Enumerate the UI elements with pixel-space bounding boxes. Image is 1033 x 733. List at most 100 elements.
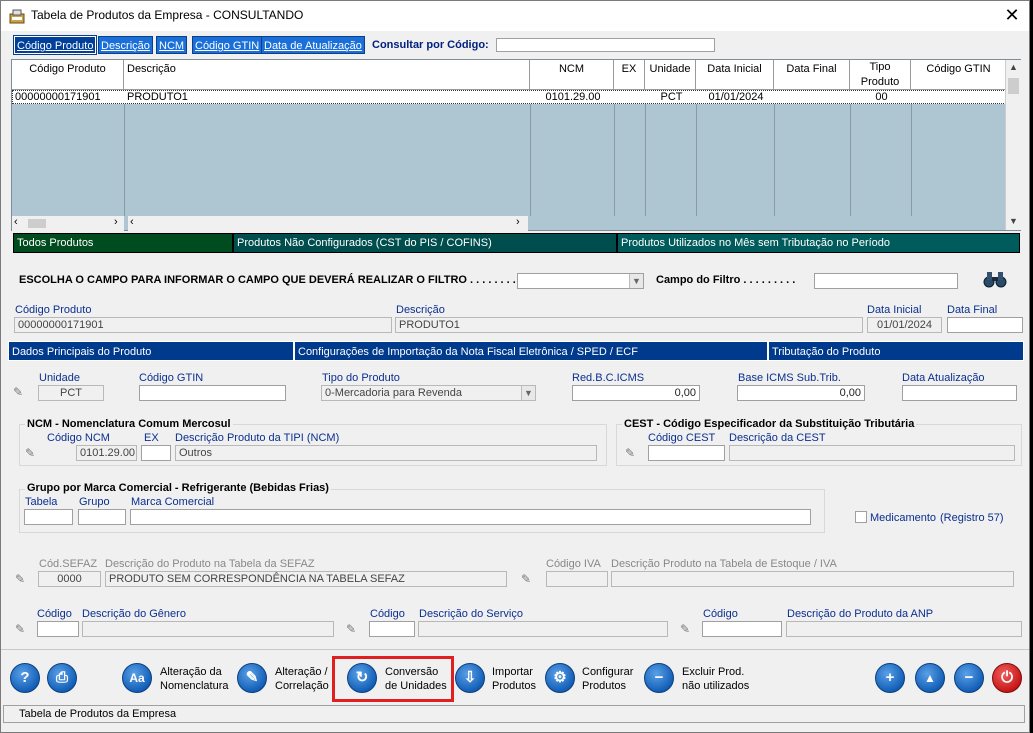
importar-produtos-button[interactable]: ⇩	[455, 663, 485, 693]
col-data-inicial[interactable]: Data Inicial	[696, 60, 774, 90]
scroll-up-icon[interactable]: ▲	[1009, 62, 1018, 72]
grid-hscroll-left[interactable]: ‹ ›	[12, 216, 124, 231]
alteracao-nomenclatura-button[interactable]: Aa	[122, 663, 152, 693]
grid-hscroll-right[interactable]: ‹ ›	[128, 216, 528, 231]
col-codigo-gtin[interactable]: Código GTIN	[911, 60, 1006, 90]
genero-codigo-field[interactable]	[37, 621, 79, 637]
data-atualizacao-field[interactable]	[902, 385, 1017, 401]
lookup-icon[interactable]: ✎	[680, 622, 698, 636]
tab-tributacao[interactable]: Tributação do Produto	[768, 341, 1024, 361]
desc-iva-field[interactable]	[611, 571, 1014, 587]
codigo-iva-field[interactable]	[546, 571, 608, 587]
codigo-cest-field[interactable]	[648, 445, 725, 461]
tab-ncm[interactable]: NCM	[156, 36, 188, 54]
ex-field[interactable]	[141, 445, 171, 461]
tabela-field[interactable]	[24, 509, 73, 525]
configurar-label-2[interactable]: Produtos	[582, 680, 626, 693]
tab-descricao[interactable]: Descrição	[98, 36, 153, 54]
tab-codigo-gtin[interactable]: Código GTIN	[192, 36, 263, 54]
anp-desc-field[interactable]	[786, 621, 1022, 637]
tab-configuracoes-importacao[interactable]: Configurações de Importação da Nota Fisc…	[294, 341, 768, 361]
unidade-field[interactable]: PCT	[38, 385, 104, 401]
lookup-icon[interactable]: ✎	[346, 622, 364, 636]
col-codigo[interactable]: Código Produto	[12, 60, 124, 90]
products-grid[interactable]: Código Produto Descrição NCM EX Unidade …	[11, 59, 1021, 231]
col-unidade[interactable]: Unidade	[645, 60, 696, 90]
scroll-down-icon[interactable]: ▼	[1009, 216, 1018, 226]
filter-sem-tributacao[interactable]: Produtos Utilizados no Mês sem Tributaçã…	[617, 233, 1020, 253]
medicamento-checkbox[interactable]	[855, 511, 867, 523]
base-icms-field[interactable]: 0,00	[737, 385, 865, 401]
importar-label-1[interactable]: Importar	[492, 666, 533, 679]
scroll-thumb[interactable]	[1008, 78, 1019, 94]
alteracao-correlacao-label-1[interactable]: Alteração /	[275, 666, 328, 679]
remove-button[interactable]: −	[954, 663, 984, 693]
data-inicial-field[interactable]: 01/01/2024	[867, 317, 942, 333]
alteracao-nomenclatura-label-2[interactable]: Nomenclatura	[160, 680, 228, 693]
conversao-label-2[interactable]: de Unidades	[385, 680, 447, 693]
help-button[interactable]: ?	[10, 663, 40, 693]
anp-codigo-field[interactable]	[702, 621, 782, 637]
scroll-right-icon[interactable]: ›	[114, 216, 118, 228]
col-ex[interactable]: EX	[614, 60, 645, 90]
grid-vertical-scrollbar[interactable]: ▲ ▼	[1005, 60, 1021, 230]
configurar-produtos-button[interactable]: ⚙	[545, 663, 575, 693]
scroll-left-icon[interactable]: ‹	[130, 216, 134, 228]
search-input[interactable]	[496, 38, 715, 52]
scroll-left-icon[interactable]: ‹	[14, 216, 18, 228]
configurar-label-1[interactable]: Configurar	[582, 666, 633, 679]
lookup-icon[interactable]: ✎	[15, 572, 33, 586]
lookup-icon[interactable]: ✎	[15, 622, 33, 636]
desc-tipi-field[interactable]: Outros	[175, 445, 597, 461]
excluir-produtos-button[interactable]: −	[644, 663, 674, 693]
cod-sefaz-field[interactable]: 0000	[38, 571, 101, 587]
filter-todos-produtos[interactable]: Todos Produtos	[13, 233, 233, 253]
gtin-field[interactable]	[139, 385, 286, 401]
col-descricao[interactable]: Descrição	[124, 60, 530, 90]
conversao-unidades-button[interactable]: ↻	[347, 663, 377, 693]
chevron-down-icon[interactable]: ▼	[521, 386, 535, 400]
grupo-field[interactable]	[78, 509, 126, 525]
redbc-field[interactable]: 0,00	[572, 385, 700, 401]
servico-codigo-field[interactable]	[369, 621, 415, 637]
desc-sefaz-field[interactable]: PRODUTO SEM CORRESPONDÊNCIA NA TABELA SE…	[105, 571, 507, 587]
tipo-produto-select[interactable]: 0-Mercadoria para Revenda	[321, 385, 536, 401]
lookup-icon[interactable]: ✎	[25, 446, 43, 460]
exit-button[interactable]: ⏻	[992, 663, 1022, 693]
alteracao-correlacao-button[interactable]: ✎	[237, 663, 267, 693]
up-button[interactable]: ▲	[915, 663, 945, 693]
marca-comercial-field[interactable]	[130, 509, 811, 525]
alteracao-correlacao-label-2[interactable]: Correlação	[275, 680, 329, 693]
alteracao-nomenclatura-label-1[interactable]: Alteração da	[160, 666, 222, 679]
col-tipo-produto[interactable]: Tipo Produto	[850, 60, 911, 90]
print-button[interactable]: ⎙	[47, 663, 77, 693]
binoculars-icon[interactable]	[983, 269, 1007, 289]
lookup-icon[interactable]: ✎	[625, 446, 643, 460]
col-ncm[interactable]: NCM	[530, 60, 614, 90]
excluir-label-2[interactable]: não utilizados	[682, 680, 749, 693]
lookup-icon[interactable]: ✎	[13, 385, 31, 399]
codigo-produto-field[interactable]: 00000000171901	[14, 317, 392, 333]
servico-desc-field[interactable]	[418, 621, 668, 637]
excluir-label-1[interactable]: Excluir Prod.	[682, 666, 744, 679]
filter-value-input[interactable]	[814, 273, 958, 289]
tab-codigo-produto[interactable]: Código Produto	[12, 35, 98, 55]
filter-field-select[interactable]: ▼	[517, 273, 644, 289]
genero-desc-field[interactable]	[82, 621, 334, 637]
chevron-down-icon[interactable]: ▼	[629, 274, 643, 288]
col-data-final[interactable]: Data Final	[774, 60, 850, 90]
lookup-icon[interactable]: ✎	[521, 572, 539, 586]
close-icon[interactable]: ✕	[1001, 4, 1023, 26]
desc-cest-field[interactable]	[729, 445, 1015, 461]
codigo-ncm-field[interactable]: 0101.29.00	[76, 445, 137, 461]
add-button[interactable]: +	[875, 663, 905, 693]
table-row[interactable]: 00000000171901 PRODUTO1 0101.29.00 PCT 0…	[12, 90, 1006, 104]
conversao-label-1[interactable]: Conversão	[385, 666, 438, 679]
tab-dados-principais[interactable]: Dados Principais do Produto	[8, 341, 294, 361]
data-final-field[interactable]	[947, 317, 1023, 333]
tab-data-atualizacao[interactable]: Data de Atualização	[261, 36, 365, 54]
scroll-right-icon[interactable]: ›	[516, 216, 520, 228]
descricao-field[interactable]: PRODUTO1	[395, 317, 863, 333]
importar-label-2[interactable]: Produtos	[492, 680, 536, 693]
filter-nao-configurados[interactable]: Produtos Não Configurados (CST do PIS / …	[233, 233, 617, 253]
